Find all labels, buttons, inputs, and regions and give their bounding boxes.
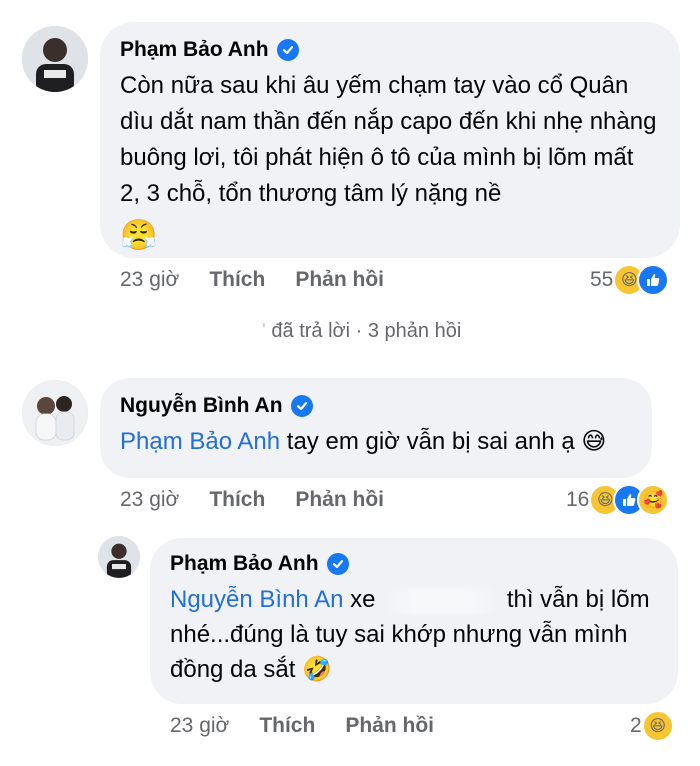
replies-summary[interactable]: đã trả lời · 3 phản hồi xyxy=(271,320,461,342)
reaction-count[interactable]: 55 xyxy=(590,268,613,292)
timestamp[interactable]: 23 giờ xyxy=(170,714,229,738)
faded-marker: ' xyxy=(262,320,266,342)
author-name[interactable]: Phạm Bảo Anh xyxy=(170,552,319,576)
comment-body: đồng da sắt xyxy=(170,656,303,683)
comment-body: nhé...đúng là tuy sai khớp nhưng vẫn mìn… xyxy=(170,621,628,648)
reaction-count[interactable]: 16 xyxy=(566,488,589,512)
avatar-pham-bao-anh[interactable] xyxy=(22,26,88,92)
like-button[interactable]: Thích xyxy=(209,488,265,512)
comment-actions: 23 giờ Thích Phản hồi xyxy=(170,714,434,738)
timestamp[interactable]: 23 giờ xyxy=(120,488,179,512)
reactions[interactable]: 16 😆 🥰 xyxy=(566,484,670,516)
avatar-photo xyxy=(22,26,88,92)
author-name[interactable]: Nguyễn Bình An xyxy=(120,394,283,418)
haha-reaction-icon: 😆 xyxy=(641,710,674,742)
comment-author[interactable]: Phạm Bảo Anh xyxy=(170,552,656,576)
author-name[interactable]: Phạm Bảo Anh xyxy=(120,38,269,62)
verified-badge-icon xyxy=(290,395,313,417)
avatar-nguyen-binh-an[interactable] xyxy=(22,380,88,446)
like-button[interactable]: Thích xyxy=(209,268,265,292)
care-reaction-icon: 🥰 xyxy=(637,484,670,516)
comment-bubble: Phạm Bảo Anh Nguyễn Bình An xe thì vẫn b… xyxy=(150,538,678,704)
comment-bubble: Nguyễn Bình An Phạm Bảo Anh tay em giờ v… xyxy=(100,378,652,478)
comment-body: thì vẫn bị lõm xyxy=(506,586,650,613)
comment-body: tay em giờ vẫn bị sai anh ạ xyxy=(280,428,582,455)
reply-button[interactable]: Phản hồi xyxy=(295,268,384,292)
rofl-emoji-icon: 🤣 xyxy=(302,656,332,683)
comment-text: Còn nữa sau khi âu yếm chạm tay vào cổ Q… xyxy=(120,68,658,256)
like-reaction-icon xyxy=(637,264,670,296)
comment-bubble: Phạm Bảo Anh Còn nữa sau khi âu yếm chạm… xyxy=(100,22,680,258)
timestamp[interactable]: 23 giờ xyxy=(120,268,179,292)
redacted-text xyxy=(382,587,501,614)
comment-author[interactable]: Phạm Bảo Anh xyxy=(120,38,658,62)
comment-body: xe xyxy=(343,586,376,613)
comment-text: Phạm Bảo Anh tay em giờ vẫn bị sai anh ạ… xyxy=(120,424,630,460)
avatar-photo xyxy=(98,536,140,578)
reactions[interactable]: 2 😆 xyxy=(630,710,674,742)
comment-actions: 23 giờ Thích Phản hồi xyxy=(120,488,384,512)
comment-emoji: 😤 xyxy=(120,219,158,252)
mention-link[interactable]: Phạm Bảo Anh xyxy=(120,428,280,455)
avatar-photo xyxy=(22,380,88,446)
verified-badge-icon xyxy=(326,553,349,575)
mention-link[interactable]: Nguyễn Bình An xyxy=(170,586,343,613)
angry-face-emoji-icon: 😤 xyxy=(120,218,658,256)
reply-button[interactable]: Phản hồi xyxy=(295,488,384,512)
verified-badge-icon xyxy=(276,39,299,61)
like-button[interactable]: Thích xyxy=(259,714,315,738)
view-replies-link[interactable]: ' đã trả lời · 3 phản hồi xyxy=(262,320,461,343)
avatar-pham-bao-anh[interactable] xyxy=(98,536,140,578)
sweat-smile-emoji-icon: 😅 xyxy=(581,428,607,455)
reaction-count[interactable]: 2 xyxy=(630,714,642,738)
reactions[interactable]: 55 😆 xyxy=(590,264,670,296)
comment-text: Nguyễn Bình An xe thì vẫn bị lõm nhé...đ… xyxy=(170,582,656,687)
comment-author[interactable]: Nguyễn Bình An xyxy=(120,394,630,418)
reply-button[interactable]: Phản hồi xyxy=(345,714,434,738)
comment-body: Còn nữa sau khi âu yếm chạm tay vào cổ Q… xyxy=(120,72,657,207)
comment-actions: 23 giờ Thích Phản hồi xyxy=(120,268,384,292)
